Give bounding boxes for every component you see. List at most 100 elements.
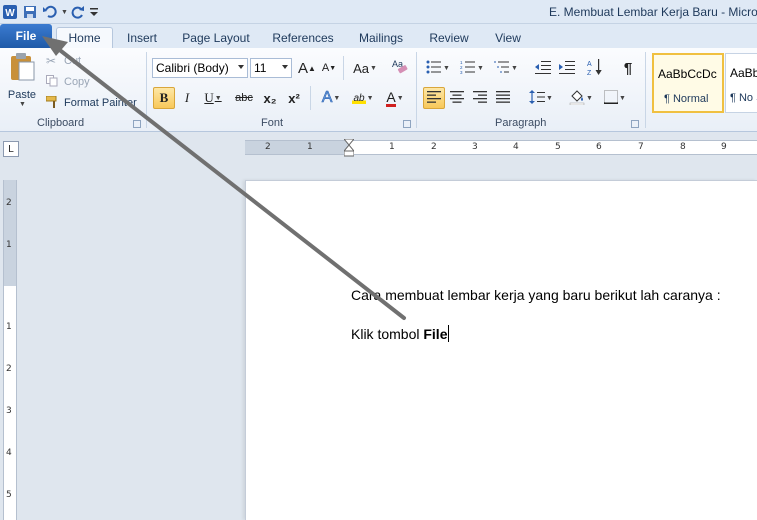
multilevel-list-icon xyxy=(494,60,510,77)
change-case-label: Aa xyxy=(353,60,369,76)
redo-icon[interactable] xyxy=(68,2,88,22)
font-color-button[interactable]: A ▼ xyxy=(381,87,409,109)
increase-indent-button[interactable] xyxy=(556,57,578,79)
ruler-tick: 6 xyxy=(596,142,602,152)
tab-references[interactable]: References xyxy=(266,27,340,48)
justify-button[interactable] xyxy=(492,87,514,109)
justify-icon xyxy=(496,90,510,106)
borders-icon xyxy=(604,89,619,107)
highlight-label: ab xyxy=(352,92,366,104)
cut-button[interactable]: ✂ Cut xyxy=(46,53,81,69)
italic-button[interactable]: I xyxy=(176,87,198,109)
show-formatting-marks-button[interactable]: ¶ xyxy=(617,57,639,79)
ruler-row: L 2 1 1 2 3 4 5 6 7 8 9 xyxy=(0,132,757,162)
format-painter-label: Format Painter xyxy=(64,97,137,109)
font-group-label: Font xyxy=(261,117,284,129)
chevron-down-icon: ▼ xyxy=(369,64,377,72)
customize-qat-icon[interactable] xyxy=(88,2,100,22)
highlight-button[interactable]: ab ▼ xyxy=(347,87,379,109)
group-separator xyxy=(416,52,417,128)
ruler-margin-top xyxy=(4,180,16,286)
style-no-spacing[interactable]: AaBbCcDc ¶ No Spacing xyxy=(725,53,757,113)
bold-button[interactable]: B xyxy=(153,87,175,109)
window-title: E. Membuat Lembar Kerja Baru - Micro xyxy=(549,5,757,19)
document-page[interactable]: Cara membuat lembar kerja yang baru beri… xyxy=(245,180,757,520)
shrink-font-button[interactable]: A ▼ xyxy=(318,57,340,79)
bullets-button[interactable]: ▼ xyxy=(423,57,453,79)
format-painter-icon xyxy=(45,95,62,111)
group-separator xyxy=(645,52,646,128)
superscript-button[interactable]: x² xyxy=(283,87,305,109)
group-separator xyxy=(146,52,147,128)
undo-dropdown-icon[interactable]: ▼ xyxy=(60,2,68,22)
paragraph-launcher-icon[interactable] xyxy=(631,120,639,128)
document-paragraph-2[interactable]: Klik tombol File xyxy=(351,325,450,342)
ruler-tick: 3 xyxy=(472,142,478,152)
chevron-down-icon: ▼ xyxy=(477,64,484,72)
tab-home[interactable]: Home xyxy=(56,27,113,48)
tab-review[interactable]: Review xyxy=(422,27,476,48)
paste-button[interactable]: Paste ▼ xyxy=(4,52,40,112)
ruler-tick: 5 xyxy=(6,490,12,500)
scissors-icon: ✂ xyxy=(46,54,57,68)
text-effects-button[interactable]: A ▼ xyxy=(316,87,346,109)
underline-button[interactable]: U ▼ xyxy=(199,87,227,109)
clear-formatting-button[interactable]: Aa xyxy=(389,56,411,78)
style-no-spacing-sample: AaBbCcDc xyxy=(730,66,757,80)
quick-access-toolbar: W ▼ xyxy=(0,2,100,22)
word-app-icon[interactable]: W xyxy=(0,2,20,22)
strikethrough-button[interactable]: abc xyxy=(233,87,255,109)
subscript-button[interactable]: x₂ xyxy=(259,87,281,109)
numbering-button[interactable]: 123 ▼ xyxy=(457,57,487,79)
text-caret xyxy=(448,325,450,342)
tab-selector[interactable]: L xyxy=(3,141,19,157)
change-case-button[interactable]: Aa ▼ xyxy=(350,57,380,79)
align-left-icon xyxy=(427,90,441,106)
ruler-tick: 1 xyxy=(389,142,395,152)
format-painter-button[interactable]: Format Painter xyxy=(45,95,137,111)
clipboard-launcher-icon[interactable] xyxy=(133,120,141,128)
borders-button[interactable]: ▼ xyxy=(600,87,630,109)
line-spacing-button[interactable]: ▼ xyxy=(526,87,556,109)
shading-button[interactable]: ▼ xyxy=(566,87,596,109)
paste-dropdown-icon: ▼ xyxy=(19,101,26,108)
ribbon-tabs: File Home Insert Page Layout References … xyxy=(0,24,757,48)
paragraph-2-bold-text: File xyxy=(423,326,448,342)
save-icon[interactable] xyxy=(20,2,40,22)
font-name-combo[interactable]: Calibri (Body) xyxy=(152,58,248,78)
align-center-button[interactable] xyxy=(446,87,468,109)
decrease-indent-button[interactable] xyxy=(532,57,554,79)
copy-button[interactable]: Copy xyxy=(46,74,90,90)
tab-insert[interactable]: Insert xyxy=(118,27,166,48)
multilevel-list-button[interactable]: ▼ xyxy=(491,57,521,79)
chevron-down-icon: ▼ xyxy=(366,94,374,102)
indent-marker-icon[interactable] xyxy=(342,138,356,160)
grow-font-button[interactable]: A ▲ xyxy=(296,57,318,79)
shrink-font-label: A xyxy=(321,62,330,74)
vertical-ruler[interactable]: 2 1 1 2 3 4 5 xyxy=(3,180,17,520)
font-launcher-icon[interactable] xyxy=(403,120,411,128)
chevron-down-icon: ▼ xyxy=(586,94,593,102)
text-effects-label: A xyxy=(321,89,333,107)
align-right-button[interactable] xyxy=(469,87,491,109)
style-normal[interactable]: AaBbCcDc ¶ Normal xyxy=(652,53,724,113)
svg-text:A: A xyxy=(587,61,592,68)
file-tab[interactable]: File xyxy=(0,24,52,48)
sort-button[interactable]: AZ xyxy=(584,57,606,79)
tab-page-layout[interactable]: Page Layout xyxy=(176,27,256,48)
title-bar: W ▼ E. Membuat Lembar Kerja Baru - Micro xyxy=(0,0,757,24)
ruler-tick: 4 xyxy=(513,142,519,152)
font-separator xyxy=(343,56,344,80)
chevron-down-icon: ▼ xyxy=(214,94,222,102)
tab-view[interactable]: View xyxy=(486,27,530,48)
tab-mailings[interactable]: Mailings xyxy=(350,27,412,48)
font-size-combo[interactable]: 11 xyxy=(250,58,292,78)
ruler-tick: 2 xyxy=(431,142,437,152)
document-paragraph-1[interactable]: Cara membuat lembar kerja yang baru beri… xyxy=(351,287,721,303)
paste-icon xyxy=(8,52,36,85)
ruler-tick: 3 xyxy=(6,406,12,416)
ruler-tick: 8 xyxy=(680,142,686,152)
horizontal-ruler[interactable]: 2 1 1 2 3 4 5 6 7 8 9 xyxy=(245,138,757,157)
align-left-button[interactable] xyxy=(423,87,445,109)
undo-icon[interactable] xyxy=(40,2,60,22)
